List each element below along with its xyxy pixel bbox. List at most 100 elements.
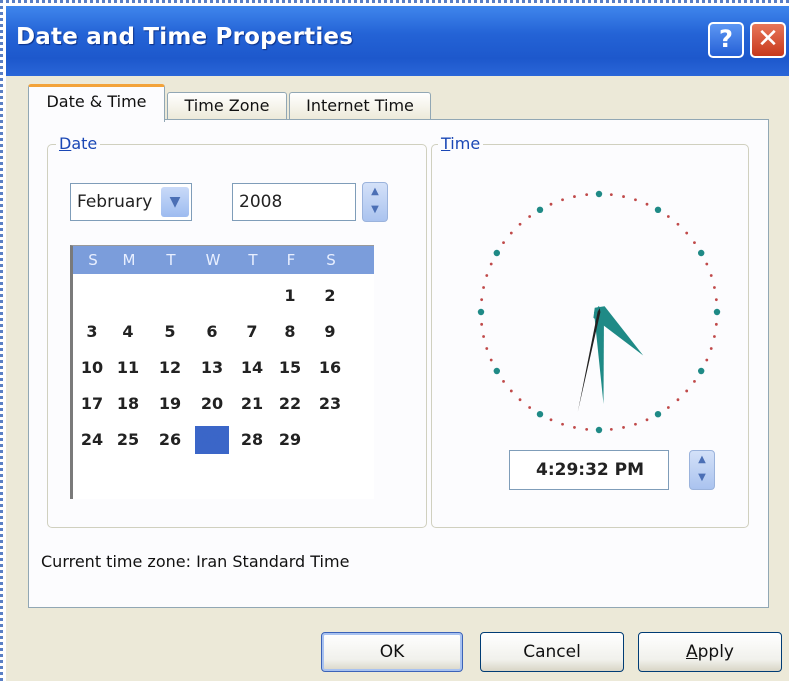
minute-mark (645, 202, 649, 206)
help-button[interactable]: ? (708, 22, 744, 58)
calendar-day[interactable]: 12 (153, 354, 187, 382)
minute-mark (713, 286, 716, 289)
time-group-label: Time (438, 134, 484, 153)
month-select[interactable]: February ▼ (70, 183, 192, 221)
minute-mark (693, 379, 696, 383)
calendar-day[interactable]: 5 (153, 318, 187, 346)
hour-mark (713, 308, 721, 316)
tab-time-zone[interactable]: Time Zone (167, 92, 287, 120)
current-timezone-label: Current time zone: Iran Standard Time (41, 552, 350, 571)
window-title: Date and Time Properties (16, 24, 354, 50)
minute-mark (518, 222, 522, 226)
hour-mark (697, 249, 705, 257)
minute-mark (634, 422, 637, 426)
minute-mark (485, 274, 489, 277)
date-groupbox: Date February ▼ 2008 ▲ ▼ S M T W T F S 1… (47, 134, 427, 528)
calendar-day[interactable]: 7 (235, 318, 269, 346)
minute-mark (489, 262, 493, 266)
title-bar[interactable]: Date and Time Properties ? ✕ (6, 6, 789, 76)
minute-hand (594, 306, 604, 404)
minute-mark (709, 347, 713, 350)
calendar-day[interactable]: 27 (195, 426, 229, 454)
month-calendar[interactable]: S M T W T F S 1 2 3 4 5 6 7 8 9 10 11 12 13 14 15 16 17 1… (70, 245, 374, 499)
calendar-day[interactable]: 14 (235, 354, 269, 382)
minute-mark (705, 262, 709, 266)
calendar-day[interactable]: 2 (313, 282, 347, 310)
minute-mark (713, 335, 716, 338)
calendar-day[interactable]: 13 (195, 354, 229, 382)
help-icon: ? (719, 25, 733, 53)
weekday-label: F (286, 251, 296, 269)
hour-mark (477, 308, 485, 316)
calendar-day[interactable]: 16 (313, 354, 347, 382)
calendar-day[interactable]: 10 (75, 354, 109, 382)
minute-mark (666, 215, 670, 218)
year-spinner-icon[interactable]: ▲ ▼ (362, 182, 388, 222)
close-button[interactable]: ✕ (750, 22, 786, 58)
apply-button[interactable]: Apply (638, 632, 782, 672)
minute-mark (622, 426, 625, 429)
minute-mark (705, 358, 709, 362)
hour-mark (493, 367, 501, 375)
calendar-day[interactable]: 6 (195, 318, 229, 346)
year-field[interactable]: 2008 (232, 183, 356, 221)
minute-mark (714, 322, 718, 326)
minute-mark (518, 398, 522, 402)
calendar-day[interactable]: 15 (273, 354, 307, 382)
calendar-day[interactable]: 19 (153, 390, 187, 418)
tab-date-time[interactable]: Date & Time (28, 84, 165, 122)
calendar-day[interactable]: 25 (111, 426, 145, 454)
calendar-day[interactable]: 22 (273, 390, 307, 418)
close-icon: ✕ (757, 24, 779, 54)
year-value: 2008 (239, 192, 283, 212)
minute-mark (585, 193, 589, 197)
calendar-day[interactable]: 21 (235, 390, 269, 418)
time-spinner-icon[interactable]: ▲ ▼ (689, 450, 715, 490)
minute-mark (509, 231, 513, 235)
minute-mark (549, 418, 553, 422)
minute-mark (482, 286, 485, 289)
minute-mark (714, 298, 718, 302)
weekday-label: T (166, 251, 176, 269)
hour-mark (697, 367, 705, 375)
minute-mark (645, 418, 649, 422)
calendar-day[interactable]: 18 (111, 390, 145, 418)
hour-mark (493, 249, 501, 257)
calendar-day[interactable]: 23 (313, 390, 347, 418)
minute-mark (502, 241, 505, 245)
minute-mark (528, 215, 532, 218)
cancel-button[interactable]: Cancel (480, 632, 624, 672)
dialog-window: Date and Time Properties ? ✕ Date & Time… (6, 6, 789, 681)
calendar-day[interactable]: 9 (313, 318, 347, 346)
minute-mark (485, 347, 489, 350)
weekday-label: W (205, 251, 221, 269)
hour-mark (536, 410, 544, 418)
minute-mark (634, 198, 637, 202)
weekday-label: S (88, 251, 98, 269)
calendar-day[interactable]: 28 (235, 426, 269, 454)
minute-mark (528, 406, 532, 409)
calendar-day[interactable]: 11 (111, 354, 145, 382)
minute-mark (622, 195, 625, 198)
minute-mark (573, 195, 576, 198)
ok-button[interactable]: OK (321, 632, 463, 672)
calendar-day[interactable]: 29 (273, 426, 307, 454)
calendar-day[interactable]: 24 (75, 426, 109, 454)
calendar-day[interactable]: 3 (75, 318, 109, 346)
calendar-day[interactable]: 26 (153, 426, 187, 454)
hour-mark (595, 190, 603, 198)
calendar-day[interactable]: 17 (75, 390, 109, 418)
minute-mark (480, 298, 484, 302)
minute-mark (480, 322, 484, 326)
chevron-down-icon[interactable]: ▼ (161, 187, 189, 217)
calendar-day[interactable]: 8 (273, 318, 307, 346)
calendar-day[interactable]: 20 (195, 390, 229, 418)
tab-internet-time[interactable]: Internet Time (289, 92, 431, 120)
minute-mark (676, 398, 680, 402)
minute-mark (693, 241, 696, 245)
calendar-weekday-header: S M T W T F S (73, 246, 374, 274)
calendar-day[interactable]: 4 (111, 318, 145, 346)
time-field[interactable]: 4:29:32 PM (509, 450, 669, 490)
analog-clock (469, 180, 729, 440)
calendar-day[interactable]: 1 (273, 282, 307, 310)
